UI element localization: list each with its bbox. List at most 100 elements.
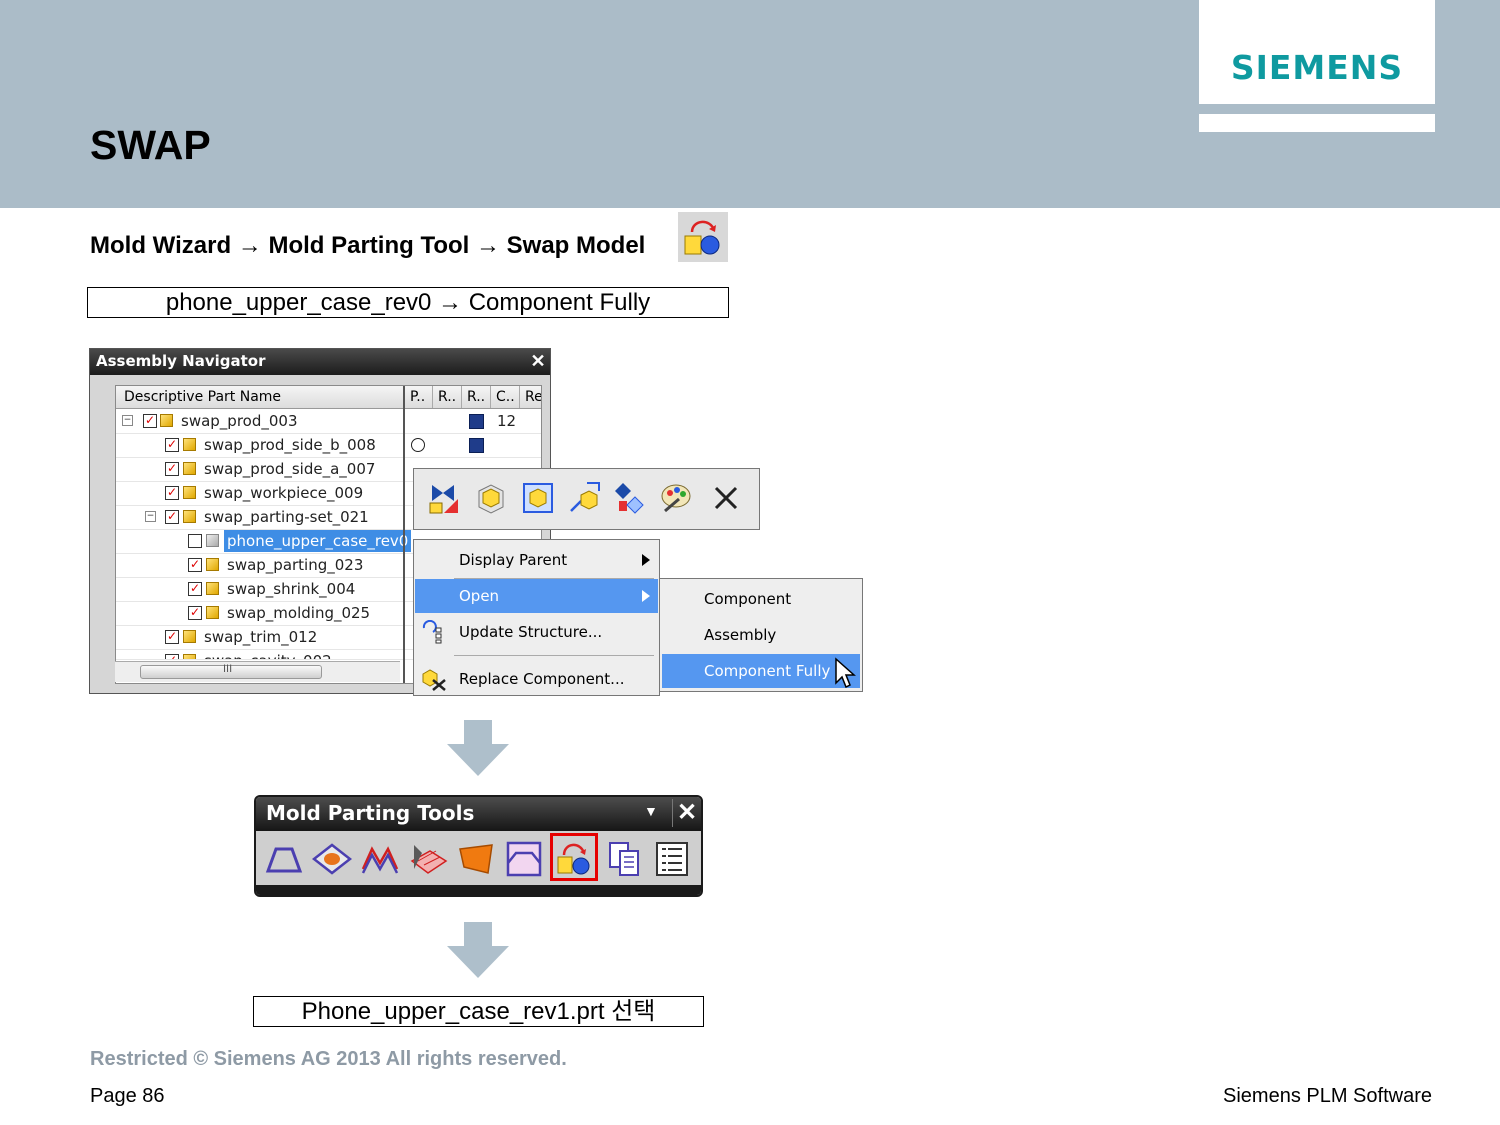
checkbox-checked[interactable]: ✓	[165, 486, 179, 500]
collapse-icon[interactable]: −	[145, 511, 156, 522]
checkbox-checked[interactable]: ✓	[165, 510, 179, 524]
component-icon	[206, 582, 219, 595]
mouse-cursor-icon	[835, 657, 856, 689]
footer-restricted: Restricted © Siemens AG 2013 All rights …	[90, 1048, 567, 1070]
scrollbar-thumb[interactable]: III	[140, 663, 322, 679]
properties-palette-icon[interactable]	[659, 481, 693, 515]
column-header[interactable]: C..	[496, 389, 515, 405]
close-icon[interactable]	[709, 481, 743, 515]
save-icon	[469, 414, 484, 429]
replace-component-icon	[422, 669, 446, 691]
update-structure-icon	[422, 620, 442, 644]
part-name: swap_prod_side_a_007	[204, 460, 376, 478]
region-analysis-icon[interactable]	[264, 839, 304, 879]
part-name: swap_prod_003	[181, 412, 298, 430]
context-toolbar	[413, 468, 760, 530]
checkbox-checked[interactable]: ✓	[165, 438, 179, 452]
column-header[interactable]: P..	[410, 389, 425, 405]
dropdown-arrow-icon[interactable]: ▼	[644, 803, 658, 819]
checkbox-checked[interactable]: ✓	[165, 462, 179, 476]
close-icon[interactable]: ✕	[672, 799, 701, 827]
part-name: swap_molding_025	[227, 604, 371, 622]
count-value: 12	[497, 412, 517, 430]
cube-outline-icon[interactable]	[474, 481, 508, 515]
component-icon	[183, 438, 196, 451]
checkbox-checked[interactable]: ✓	[165, 654, 179, 659]
assembly-icon	[160, 414, 173, 427]
checkbox-checked[interactable]: ✓	[188, 558, 202, 572]
column-header[interactable]: Re	[525, 389, 541, 405]
instruction-box-bottom: Phone_upper_case_rev1.prt 선택	[253, 996, 704, 1027]
assembly-icon	[183, 510, 196, 523]
submenu-item-assembly[interactable]: Assembly	[662, 618, 860, 652]
column-header[interactable]: R..	[438, 389, 456, 405]
design-regions-icon[interactable]	[312, 839, 352, 879]
collapse-icon[interactable]: −	[122, 415, 133, 426]
save-icon	[469, 438, 484, 453]
unloaded-component-icon	[206, 534, 219, 547]
mold-parting-tools-toolbar: Mold Parting Tools ▼ ✕	[254, 795, 703, 897]
submenu-arrow-icon	[642, 554, 650, 566]
backup-parting-patch-icon[interactable]	[604, 839, 644, 879]
part-name: swap_shrink_004	[227, 580, 356, 598]
column-header[interactable]: R..	[467, 389, 485, 405]
menu-item-replace-component[interactable]: Replace Component...	[415, 662, 658, 696]
parting-navigator-icon[interactable]	[652, 839, 692, 879]
submenu-item-component-fully[interactable]: Component Fully	[662, 654, 860, 689]
checkbox-checked[interactable]: ✓	[188, 606, 202, 620]
context-menu: Display Parent Open Update Structure... …	[413, 539, 660, 696]
down-arrow-icon	[447, 922, 509, 978]
close-icon[interactable]: ✕	[528, 351, 548, 371]
move-component-icon[interactable]	[567, 481, 601, 515]
define-cavity-core-icon[interactable]	[504, 839, 544, 879]
submenu-item-component[interactable]: Component	[662, 582, 860, 616]
open-submenu: Component Assembly Component Fully	[659, 578, 863, 692]
component-icon	[183, 654, 196, 659]
slide-title: SWAP	[90, 122, 211, 168]
footer-company: Siemens PLM Software	[1223, 1085, 1432, 1107]
table-row[interactable]: ✓ swap_prod_side_b_008	[116, 433, 541, 458]
swap-model-icon	[678, 212, 728, 262]
part-name: swap_parting-set_021	[204, 508, 369, 526]
edit-patch-surfaces-icon[interactable]	[456, 839, 496, 879]
arrow-icon: →	[475, 232, 500, 259]
component-icon	[183, 630, 196, 643]
part-name: phone_upper_case_rev0	[224, 530, 412, 552]
navigator-title: Assembly Navigator	[96, 352, 266, 370]
checkbox-unchecked[interactable]	[188, 534, 202, 548]
logo-strip	[1199, 114, 1435, 132]
path-step-swap-model: Swap Model	[506, 232, 646, 259]
part-name: swap_parting_023	[227, 556, 364, 574]
horizontal-scrollbar[interactable]: III	[115, 661, 400, 682]
toolbar-bottom-edge	[256, 885, 701, 895]
component-icon	[183, 462, 196, 475]
table-header: Descriptive Part Name P.. R.. R.. C.. Re	[116, 386, 541, 409]
menu-item-display-parent[interactable]: Display Parent	[415, 543, 658, 577]
make-work-part-icon[interactable]	[521, 481, 555, 515]
selected-tool-highlight	[550, 833, 598, 881]
component-icon	[206, 558, 219, 571]
checkbox-checked[interactable]: ✓	[188, 582, 202, 596]
menu-item-update-structure[interactable]: Update Structure...	[415, 615, 658, 649]
status-circle-icon	[411, 438, 425, 452]
submenu-arrow-icon	[642, 590, 650, 602]
make-displayed-part-icon[interactable]	[426, 481, 460, 515]
instruction-box-top: phone_upper_case_rev0 → Component Fully	[87, 287, 729, 318]
checkbox-checked[interactable]: ✓	[165, 630, 179, 644]
part-name: swap_cavity_002	[204, 652, 332, 659]
part-name: swap_prod_side_b_008	[204, 436, 376, 454]
table-row[interactable]: − ✓ swap_prod_003 12	[116, 409, 541, 434]
define-regions-icon[interactable]	[360, 839, 400, 879]
part-name: swap_workpiece_009	[204, 484, 364, 502]
component-icon	[206, 606, 219, 619]
column-divider	[403, 386, 405, 683]
column-header[interactable]: Descriptive Part Name	[124, 389, 281, 405]
toolbar-title: Mold Parting Tools	[266, 801, 475, 825]
arrow-icon: →	[237, 232, 262, 259]
wave-link-icon[interactable]	[613, 481, 647, 515]
checkbox-checked[interactable]: ✓	[143, 414, 157, 428]
design-parting-surface-icon[interactable]	[408, 839, 448, 879]
component-icon	[183, 486, 196, 499]
menu-path: Mold Wizard → Mold Parting Tool → Swap M…	[90, 232, 645, 260]
menu-item-open[interactable]: Open	[415, 579, 658, 613]
